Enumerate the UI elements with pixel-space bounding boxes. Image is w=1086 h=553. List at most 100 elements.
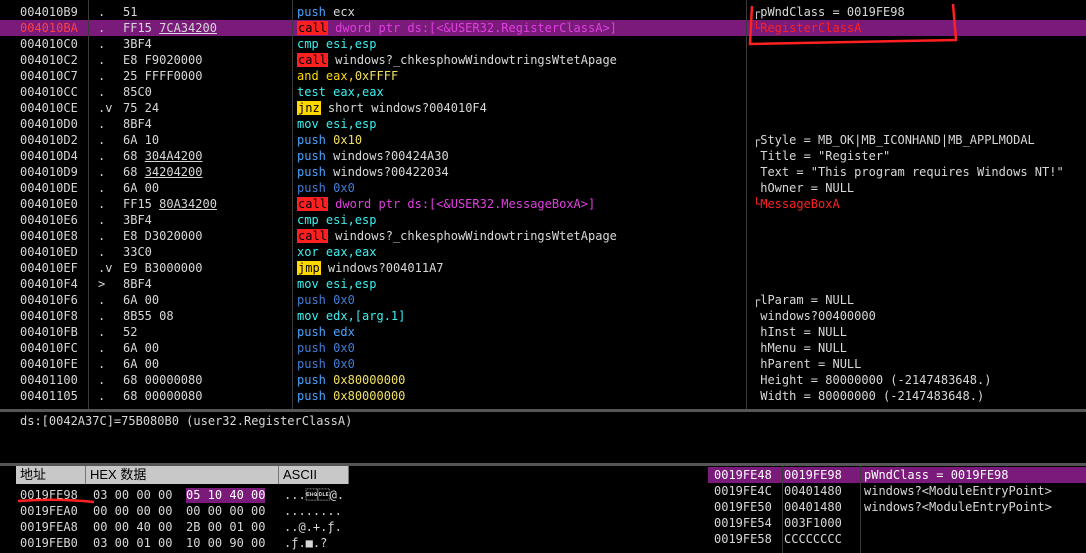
stack-value[interactable]: 00401480 bbox=[784, 499, 842, 515]
row-address[interactable]: 004010FC bbox=[20, 340, 78, 356]
row-address[interactable]: 004010F4 bbox=[20, 276, 78, 292]
disasm-row[interactable]: 004010DE. 6A 00 push 0x0 hOwner = NULL bbox=[0, 180, 1086, 196]
row-address[interactable]: 004010D2 bbox=[20, 132, 78, 148]
row-instruction[interactable]: mov esi,esp bbox=[297, 276, 376, 292]
stack-row[interactable]: 0019FE58 CCCCCCCC bbox=[708, 531, 1086, 547]
dump-hex-bytes[interactable]: 03 00 00 00 bbox=[93, 488, 172, 503]
disasm-row[interactable]: 004010E0. FF15 80A34200 call dword ptr ds:… bbox=[0, 196, 1086, 212]
row-instruction[interactable]: push 0x0 bbox=[297, 180, 355, 196]
row-address[interactable]: 004010F6 bbox=[20, 292, 78, 308]
row-address[interactable]: 004010E0 bbox=[20, 196, 78, 212]
dump-hex-bytes[interactable]: 05 10 40 00 bbox=[186, 488, 266, 503]
stack-value[interactable]: 0019FE98 bbox=[784, 467, 842, 483]
row-instruction[interactable]: push 0x0 bbox=[297, 292, 355, 308]
row-instruction[interactable]: push 0x0 bbox=[297, 356, 355, 372]
disasm-row[interactable]: 004010D0. 8BF4 mov esi,esp bbox=[0, 116, 1086, 132]
row-instruction[interactable]: and eax,0xFFFF bbox=[297, 68, 398, 84]
row-address[interactable]: 004010ED bbox=[20, 244, 78, 260]
stack-value[interactable]: 003F1000 bbox=[784, 515, 842, 531]
stack-value[interactable]: CCCCCCCC bbox=[784, 531, 842, 547]
stack-address[interactable]: 0019FE58 bbox=[714, 531, 772, 547]
disasm-row[interactable]: 00401105. 68 00000080 push 0x80000000 Widt… bbox=[0, 388, 1086, 404]
row-instruction[interactable]: cmp esi,esp bbox=[297, 36, 376, 52]
stack-value[interactable]: 00401480 bbox=[784, 483, 842, 499]
row-instruction[interactable]: call windows?_chkesphowWindowtringsWtetA… bbox=[297, 52, 617, 68]
row-address[interactable]: 004010D4 bbox=[20, 148, 78, 164]
row-address[interactable]: 004010C2 bbox=[20, 52, 78, 68]
row-address[interactable]: 004010FE bbox=[20, 356, 78, 372]
dump-hex-bytes[interactable]: 2B 00 01 00 bbox=[186, 520, 265, 535]
row-instruction[interactable]: cmp esi,esp bbox=[297, 212, 376, 228]
disasm-row[interactable]: 004010D2. 6A 10 push 0x10 ┌Style = MB_OK|MB… bbox=[0, 132, 1086, 148]
row-instruction[interactable]: mov edx,[arg.1] bbox=[297, 308, 405, 324]
disasm-row[interactable]: 004010CC. 85C0 test eax,eax bbox=[0, 84, 1086, 100]
dump-header-address[interactable]: 地址 bbox=[16, 466, 86, 484]
dump-header-hex[interactable]: HEX 数据 bbox=[86, 466, 279, 484]
row-instruction[interactable]: jnz short windows?004010F4 bbox=[297, 100, 487, 116]
disassembly-pane[interactable]: 004010B9. 51 push ecx ┌pWndClass = 0019FE98… bbox=[0, 0, 1086, 410]
row-instruction[interactable]: push 0x10 bbox=[297, 132, 362, 148]
dump-pane[interactable]: 地址 HEX 数据 ASCII 0019FE98 03 00 00 00 05 10… bbox=[0, 466, 706, 553]
row-instruction[interactable]: xor eax,eax bbox=[297, 244, 376, 260]
stack-row[interactable]: 0019FE54 003F1000 bbox=[708, 515, 1086, 531]
stack-pane[interactable]: 0019FE48 0019FE98 pWndClass = 0019FE98 0019… bbox=[708, 466, 1086, 553]
disasm-row[interactable]: 004010C2. E8 F9020000 call windows?_chkesp… bbox=[0, 52, 1086, 68]
dump-ascii[interactable]: ........ bbox=[284, 504, 342, 519]
stack-row[interactable]: 0019FE48 0019FE98 pWndClass = 0019FE98 bbox=[708, 467, 1086, 483]
dump-ascii[interactable]: ..@.+.ƒ. bbox=[284, 520, 342, 535]
disasm-row[interactable]: 004010FB. 52 push edx hInst = NULL bbox=[0, 324, 1086, 340]
row-address[interactable]: 004010B9 bbox=[20, 4, 78, 20]
row-address[interactable]: 004010F8 bbox=[20, 308, 78, 324]
disasm-row[interactable]: 004010C7. 25 FFFF0000 and eax,0xFFFF bbox=[0, 68, 1086, 84]
dump-header-ascii[interactable]: ASCII bbox=[279, 466, 349, 484]
dump-hex-bytes[interactable]: 03 00 01 00 bbox=[93, 536, 172, 551]
dump-hex-bytes[interactable]: 00 00 00 00 bbox=[93, 504, 172, 519]
stack-address[interactable]: 0019FE50 bbox=[714, 499, 772, 515]
dump-address[interactable]: 0019FEA8 bbox=[20, 520, 78, 535]
row-address[interactable]: 00401105 bbox=[20, 388, 78, 404]
disasm-row[interactable]: 004010D4. 68 304A4200 push windows?00424A3… bbox=[0, 148, 1086, 164]
dump-rows[interactable]: 0019FE98 03 00 00 00 05 10 40 00 ...@. 001… bbox=[0, 486, 706, 553]
row-instruction[interactable]: push windows?00424A30 bbox=[297, 148, 449, 164]
disasm-row[interactable]: 004010E8. E8 D3020000 call windows?_chkesp… bbox=[0, 228, 1086, 244]
dump-ascii[interactable]: .ƒ.■.? bbox=[284, 536, 327, 551]
row-instruction[interactable]: call windows?_chkesphowWindowtringsWtetA… bbox=[297, 228, 617, 244]
dump-address[interactable]: 0019FEB0 bbox=[20, 536, 78, 551]
stack-address[interactable]: 0019FE54 bbox=[714, 515, 772, 531]
dump-address[interactable]: 0019FEA0 bbox=[20, 504, 78, 519]
row-instruction[interactable]: push 0x0 bbox=[297, 340, 355, 356]
row-instruction[interactable]: call dword ptr ds:[<&USER32.RegisterClas… bbox=[297, 20, 617, 36]
row-address[interactable]: 004010DE bbox=[20, 180, 78, 196]
stack-address[interactable]: 0019FE48 bbox=[714, 467, 772, 483]
row-address[interactable]: 00401100 bbox=[20, 372, 78, 388]
dump-hex-bytes[interactable]: 00 00 40 00 bbox=[93, 520, 172, 535]
disasm-row[interactable]: 004010E6. 3BF4 cmp esi,esp bbox=[0, 212, 1086, 228]
row-address[interactable]: 004010CC bbox=[20, 84, 78, 100]
row-address[interactable]: 004010CE bbox=[20, 100, 78, 116]
disasm-row[interactable]: 004010D9. 68 34204200 push windows?0042203… bbox=[0, 164, 1086, 180]
row-instruction[interactable]: push 0x80000000 bbox=[297, 372, 405, 388]
row-address[interactable]: 004010E8 bbox=[20, 228, 78, 244]
disasm-row[interactable]: 004010F6. 6A 00 push 0x0 ┌lParam = NULL bbox=[0, 292, 1086, 308]
disasm-row[interactable]: 004010EF .v E9 B3000000 jmp windows?004011A… bbox=[0, 260, 1086, 276]
stack-row[interactable]: 0019FE50 00401480 windows?<ModuleEntryPoin… bbox=[708, 499, 1086, 515]
row-instruction[interactable]: mov esi,esp bbox=[297, 116, 376, 132]
row-address[interactable]: 004010C7 bbox=[20, 68, 78, 84]
disasm-row[interactable]: 004010F8. 8B55 08 mov edx,[arg.1] windows?… bbox=[0, 308, 1086, 324]
row-instruction[interactable]: push 0x80000000 bbox=[297, 388, 405, 404]
row-instruction[interactable]: test eax,eax bbox=[297, 84, 384, 100]
row-address[interactable]: 004010BA bbox=[20, 20, 78, 36]
row-address[interactable]: 004010FB bbox=[20, 324, 78, 340]
disasm-row[interactable]: 004010F4 >8BF4 mov esi,esp bbox=[0, 276, 1086, 292]
row-address[interactable]: 004010E6 bbox=[20, 212, 78, 228]
disasm-row[interactable]: 004010FC. 6A 00 push 0x0 hMenu = NULL bbox=[0, 340, 1086, 356]
disasm-row[interactable]: 004010CE .v 75 24 jnz short windows?004010F… bbox=[0, 100, 1086, 116]
row-address[interactable]: 004010EF bbox=[20, 260, 78, 276]
row-address[interactable]: 004010D0 bbox=[20, 116, 78, 132]
stack-address[interactable]: 0019FE4C bbox=[714, 483, 772, 499]
row-instruction[interactable]: jmp windows?004011A7 bbox=[297, 260, 444, 276]
dump-hex-bytes[interactable]: 10 00 90 00 bbox=[186, 536, 265, 551]
stack-row[interactable]: 0019FE4C 00401480 windows?<ModuleEntryPoin… bbox=[708, 483, 1086, 499]
row-address[interactable]: 004010C0 bbox=[20, 36, 78, 52]
disasm-row[interactable]: 004010FE. 6A 00 push 0x0 hParent = NULL bbox=[0, 356, 1086, 372]
